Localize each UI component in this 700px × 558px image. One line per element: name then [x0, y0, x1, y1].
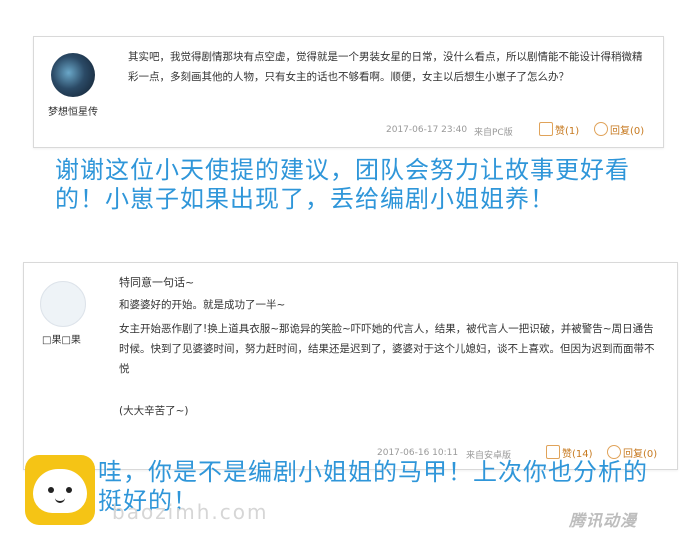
like-button[interactable]: 赞(1)	[539, 122, 579, 137]
comment-title: 特同意一句话~	[119, 276, 195, 289]
comment-line: 和婆婆好的开始。就是成功了一半~	[119, 299, 286, 311]
comment-paragraph: 女主开始恶作剧了!换上道具衣服~那诡异的笑脸~吓吓她的代言人，结果，被代言人一把…	[119, 323, 655, 375]
reply-button[interactable]: 回复(0)	[594, 122, 644, 137]
comment-card: 梦想恒星传 其实吧，我觉得剧情那块有点空虚，觉得就是一个男装女星的日常，没什么看…	[33, 36, 664, 148]
bun-logo	[25, 455, 95, 525]
comment-card: □果□果 特同意一句话~ 和婆婆好的开始。就是成功了一半~ 女主开始恶作剧了!换…	[23, 262, 678, 470]
source-label: 来自PC版	[474, 128, 513, 138]
username[interactable]: 梦想恒星传	[48, 103, 98, 118]
like-icon	[546, 445, 560, 459]
reply-icon	[594, 122, 608, 136]
like-count: 赞(1)	[555, 126, 580, 137]
reply-icon	[607, 445, 621, 459]
comment-text: 其实吧，我觉得剧情那块有点空虚，觉得就是一个男装女星的日常，没什么看点，所以剧情…	[128, 51, 643, 83]
avatar[interactable]	[51, 53, 95, 97]
eye	[48, 487, 54, 493]
username[interactable]: □果□果	[42, 331, 81, 346]
corner-logo: 腾讯动漫	[569, 511, 638, 530]
mouth	[55, 496, 65, 503]
avatar[interactable]	[40, 281, 86, 327]
reply-callout: 谢谢这位小天使提的建议，团队会努力让故事更好看的！小崽子如果出现了，丢给编剧小姐…	[55, 156, 630, 213]
comment-signoff: (大大辛苦了~)	[119, 405, 189, 417]
reply-count: 回复(0)	[610, 126, 645, 137]
eye	[66, 487, 72, 493]
bun-face	[33, 469, 87, 513]
like-icon	[539, 122, 553, 136]
timestamp: 2017-06-16 10:11	[377, 448, 459, 458]
site-watermark: baozimh.com	[112, 500, 269, 524]
timestamp: 2017-06-17 23:40	[386, 125, 468, 135]
